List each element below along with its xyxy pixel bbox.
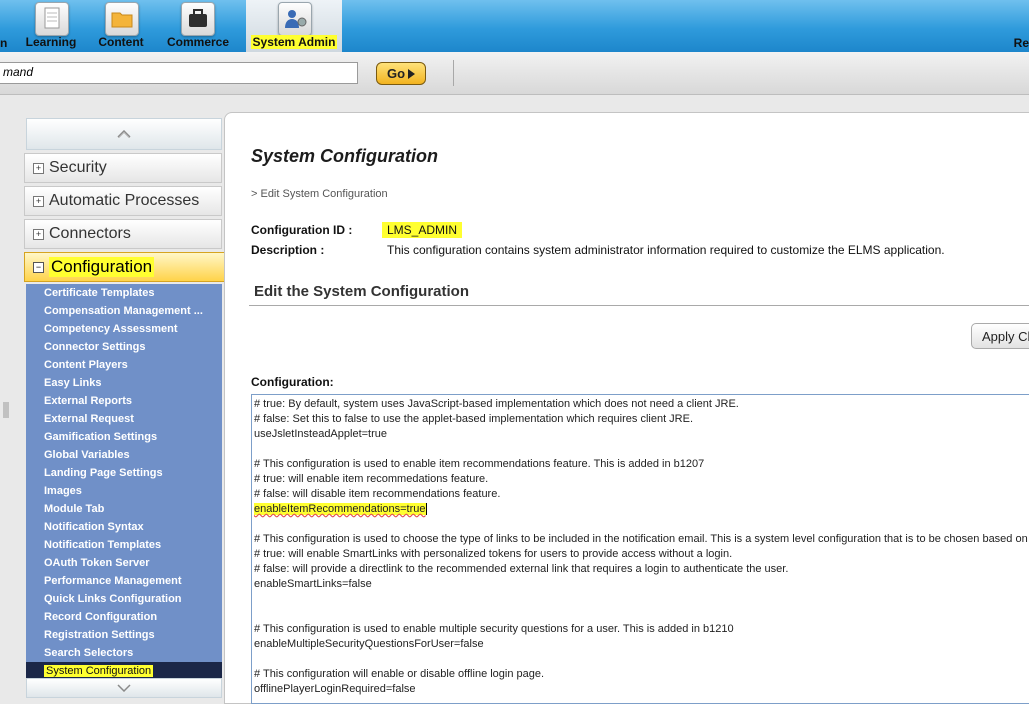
sidebar-item-competency-assessment[interactable]: Competency Assessment [26, 320, 222, 338]
config-line: # false: Set this to false to use the ap… [254, 413, 694, 425]
config-line: # false: will disable item recommendatio… [254, 488, 501, 500]
admin-sidebar: + Security + Automatic Processes + Conne… [24, 118, 247, 698]
sidebar-item-search-selectors[interactable]: Search Selectors [26, 644, 222, 662]
expand-icon: + [33, 228, 44, 240]
sidebar-item-external-reports[interactable]: External Reports [26, 392, 222, 410]
nav-tab-label: Learning [25, 35, 77, 49]
breadcrumb[interactable]: > Edit System Configuration [251, 188, 388, 200]
sidebar-section-label: Automatic Processes [49, 192, 200, 209]
admin-gear-icon [278, 2, 312, 36]
nav-tab-fragment[interactable]: n [0, 36, 7, 50]
config-line: useJsletInsteadApplet=true [254, 428, 388, 440]
description-value: This configuration contains system admin… [387, 243, 945, 257]
briefcase-icon [181, 2, 215, 36]
sidebar-item-content-players[interactable]: Content Players [26, 356, 222, 374]
nav-tab-content[interactable]: Content [92, 0, 150, 52]
sidebar-item-landing-page-settings[interactable]: Landing Page Settings [26, 464, 222, 482]
sidebar-section-automatic-processes[interactable]: + Automatic Processes [24, 186, 222, 216]
nav-tab-commerce[interactable]: Commerce [162, 0, 234, 52]
nav-tab-label: System Admin [250, 35, 338, 49]
sidebar-item-label: System Configuration [44, 665, 154, 677]
sidebar-item-notification-templates[interactable]: Notification Templates [26, 536, 222, 554]
sidebar-item-external-request[interactable]: External Request [26, 410, 222, 428]
config-line: # This configuration is used to choose t… [254, 533, 1028, 545]
configuration-textarea[interactable]: # true: By default, system uses JavaScri… [251, 394, 1029, 704]
page-title: System Configuration [251, 146, 439, 166]
sidebar-item-performance-management[interactable]: Performance Management [26, 572, 222, 590]
nav-tab-learning[interactable]: Learning [22, 0, 80, 52]
top-navigation-bar: n Learning Content Commerce System Admin… [0, 0, 1029, 52]
description-label: Description : [251, 243, 325, 257]
sidebar-item-images[interactable]: Images [26, 482, 222, 500]
section-title: Edit the System Configuration [254, 283, 470, 300]
go-button-label: Go [386, 66, 406, 81]
config-line: # false: will provide a directlink to th… [254, 563, 789, 575]
sidebar-item-registration-settings[interactable]: Registration Settings [26, 626, 222, 644]
command-input[interactable]: mand [0, 62, 358, 84]
sidebar-item-oauth-token-server[interactable]: OAuth Token Server [26, 554, 222, 572]
config-line: # true: will enable item recommedations … [254, 473, 489, 485]
config-line: enableItemRecommendations=true [254, 503, 426, 515]
config-line: # true: will enable SmartLinks with pers… [254, 548, 733, 560]
scroll-up-button[interactable] [26, 118, 222, 150]
go-button[interactable]: Go [376, 62, 426, 85]
config-line: enableSmartLinks=false [254, 578, 372, 590]
command-bar: mand Go [0, 52, 1029, 95]
config-line: enableMultipleSecurityQuestionsForUser=f… [254, 638, 484, 650]
resize-grip-icon[interactable] [3, 400, 9, 420]
document-icon [35, 2, 69, 36]
configuration-submenu: Certificate Templates Compensation Manag… [26, 284, 222, 680]
config-line: # This configuration will enable or disa… [254, 668, 545, 680]
config-line: offlinePlayerLoginRequired=false [254, 683, 416, 695]
sidebar-section-security[interactable]: + Security [24, 153, 222, 183]
sidebar-section-configuration[interactable]: − Configuration [24, 252, 247, 282]
apply-changes-button[interactable]: Apply Ch [971, 323, 1029, 349]
sidebar-item-quick-links-configuration[interactable]: Quick Links Configuration [26, 590, 222, 608]
main-content-panel: System Configuration > Edit System Confi… [224, 112, 1029, 704]
sidebar-section-connectors[interactable]: + Connectors [24, 219, 222, 249]
sidebar-item-certificate-templates[interactable]: Certificate Templates [26, 284, 222, 302]
nav-tab-label: Commerce [166, 35, 230, 49]
nav-tab-system-admin[interactable]: System Admin [246, 0, 342, 52]
sidebar-section-label: Connectors [49, 225, 131, 242]
config-line: # This configuration is used to enable m… [254, 623, 734, 635]
sidebar-section-label: Security [49, 159, 107, 176]
toolbar-separator [453, 60, 454, 86]
sidebar-item-global-variables[interactable]: Global Variables [26, 446, 222, 464]
scroll-down-button[interactable] [26, 678, 222, 698]
sidebar-item-compensation-management[interactable]: Compensation Management ... [26, 302, 222, 320]
text-caret [425, 503, 427, 516]
chevron-up-icon [117, 130, 131, 138]
play-arrow-icon [408, 68, 416, 79]
collapse-icon: − [33, 261, 44, 273]
folder-icon [105, 2, 139, 36]
expand-icon: + [33, 162, 44, 174]
config-id-value: LMS_ADMIN [382, 222, 463, 238]
expand-icon: + [33, 195, 44, 207]
sidebar-item-easy-links[interactable]: Easy Links [26, 374, 222, 392]
sidebar-item-notification-syntax[interactable]: Notification Syntax [26, 518, 222, 536]
sidebar-item-gamification-settings[interactable]: Gamification Settings [26, 428, 222, 446]
config-line: # This configuration is used to enable i… [254, 458, 705, 470]
configuration-label: Configuration: [251, 375, 334, 389]
config-id-label: Configuration ID : [251, 223, 353, 237]
config-line-highlighted: enableItemRecommendations=true [254, 503, 427, 516]
sidebar-item-module-tab[interactable]: Module Tab [26, 500, 222, 518]
sidebar-section-label: Configuration [49, 257, 155, 277]
chevron-down-icon [117, 684, 131, 692]
sidebar-item-connector-settings[interactable]: Connector Settings [26, 338, 222, 356]
section-divider [249, 305, 1029, 306]
config-line: # true: By default, system uses JavaScri… [254, 398, 739, 410]
nav-tab-label: Content [98, 35, 144, 49]
nav-right-fragment[interactable]: Re [1014, 36, 1029, 50]
sidebar-item-record-configuration[interactable]: Record Configuration [26, 608, 222, 626]
